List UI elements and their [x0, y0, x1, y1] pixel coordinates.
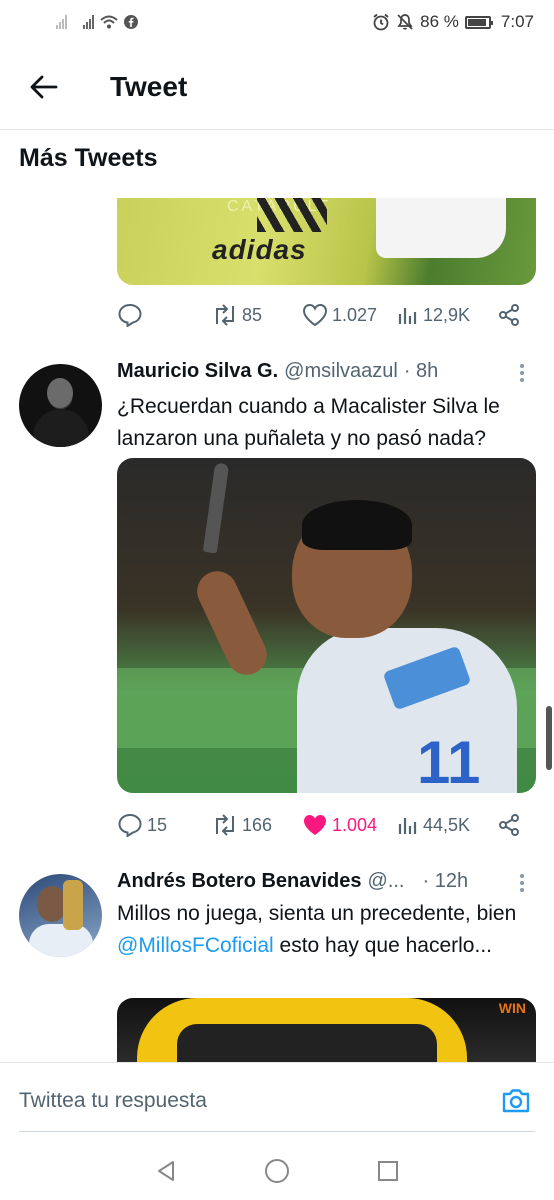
triangle-back-icon — [157, 1161, 174, 1181]
retweet-icon — [216, 814, 234, 836]
avatar-face — [47, 378, 73, 408]
views-count: 12,9K — [423, 304, 471, 325]
tweet-text-part: esto hay que hacerlo... — [279, 934, 492, 957]
like-button[interactable]: 1.027 — [302, 303, 397, 327]
retweet-button[interactable]: 166 — [212, 814, 302, 836]
tweet-image[interactable]: CATAPULT adidas — [117, 198, 536, 285]
tweet-time: · 12h — [422, 870, 469, 892]
page-title: Tweet — [110, 70, 188, 102]
views-button[interactable]: 44,5K — [397, 814, 497, 836]
share-icon — [499, 814, 519, 836]
status-left-icons — [56, 15, 138, 29]
adidas-stripes — [257, 198, 327, 232]
share-button[interactable] — [497, 813, 521, 837]
clock: 7:07 — [500, 12, 534, 31]
image-arm — [190, 564, 274, 682]
nav-recents-button[interactable] — [373, 1156, 403, 1186]
image-tunnel — [177, 1024, 437, 1062]
image-knife — [202, 462, 230, 554]
retweet-icon — [216, 304, 234, 326]
image-player — [297, 628, 517, 793]
tweet-text-part: Millos no juega, sienta un precedente, b… — [117, 902, 517, 925]
image-logo-text: adidas — [212, 234, 307, 265]
nav-back-button[interactable] — [151, 1156, 181, 1186]
camera-button[interactable] — [500, 1085, 532, 1117]
share-icon — [499, 304, 519, 326]
alarm-icon — [373, 13, 389, 31]
tweet-text: ¿Recuerdan cuando a Macalister Silva le … — [117, 395, 500, 450]
facebook-icon — [124, 15, 138, 29]
reply-underline — [19, 1131, 535, 1132]
author-handle[interactable]: @msilvaazul — [284, 360, 398, 383]
status-right-icons: 86 % 7:07 — [372, 12, 534, 32]
like-count: 1.004 — [332, 814, 378, 835]
avatar-shirt — [29, 924, 93, 957]
avatar[interactable] — [19, 874, 102, 957]
tweet-header: Mauricio Silva G. @msilvaazul · 8h — [117, 360, 438, 383]
share-button[interactable] — [497, 303, 521, 327]
author-name[interactable]: Mauricio Silva G. — [117, 360, 278, 383]
image-number: 11 — [417, 729, 481, 793]
scrollbar[interactable] — [546, 706, 552, 770]
views-count: 44,5K — [423, 814, 471, 835]
retweet-count: 85 — [242, 304, 263, 325]
views-button[interactable]: 12,9K — [397, 304, 497, 326]
views-icon — [398, 308, 417, 324]
image-sign: WIN — [498, 1000, 526, 1016]
tweet-time: · 8h — [403, 360, 439, 382]
image-hair — [302, 500, 412, 550]
reply-button[interactable]: 15 — [117, 813, 212, 837]
more-options-icon[interactable] — [512, 361, 532, 385]
tweet-image[interactable]: WIN — [117, 998, 536, 1062]
signal-icon — [56, 15, 67, 29]
tweet-actions: 15 166 1.004 44,5K — [117, 809, 537, 841]
heart-icon — [302, 303, 328, 327]
like-button[interactable]: 1.004 — [302, 813, 397, 837]
avatar[interactable] — [19, 364, 102, 447]
system-nav-bar — [0, 1142, 554, 1200]
nav-home-button[interactable] — [262, 1156, 292, 1186]
wifi-icon — [100, 15, 118, 29]
views-icon — [398, 818, 417, 834]
square-recents-icon — [378, 1161, 399, 1181]
retweet-button[interactable]: 85 — [212, 304, 302, 326]
arrow-left-icon — [30, 75, 58, 98]
back-button[interactable] — [22, 65, 66, 109]
heart-filled-icon — [304, 815, 326, 835]
retweet-count: 166 — [242, 814, 273, 835]
like-count: 1.027 — [332, 304, 378, 325]
status-bar: 86 % 7:07 — [0, 0, 554, 44]
reply-count: 15 — [147, 814, 168, 835]
mention-link[interactable]: @MillosFCoficial — [117, 934, 274, 957]
top-app-bar: Tweet — [0, 44, 554, 130]
reply-button[interactable] — [117, 303, 212, 327]
tweet-image[interactable]: 11 — [117, 458, 536, 793]
author-name[interactable]: Andrés Botero Benavides — [117, 870, 362, 893]
reply-input[interactable]: Twittea tu respuesta — [19, 1089, 207, 1113]
circle-home-icon — [264, 1159, 289, 1183]
tweet-header: Andrés Botero Benavides @... · 12h — [117, 870, 468, 893]
avatar-trophy — [63, 880, 83, 930]
camera-icon — [502, 1089, 530, 1113]
battery-percent: 86 % — [420, 12, 459, 31]
tweet-text: Millos no juega, sienta un precedente, b… — [117, 898, 537, 962]
reply-icon — [118, 813, 142, 837]
battery-icon — [464, 15, 493, 29]
section-title: Más Tweets — [19, 144, 158, 172]
more-options-icon[interactable] — [512, 871, 532, 895]
image-shirt-detail — [376, 198, 506, 258]
signal-icon — [83, 15, 94, 29]
tweet-actions: 85 1.027 12,9K — [117, 299, 537, 331]
reply-icon — [118, 303, 142, 327]
author-handle[interactable]: @... — [368, 870, 405, 893]
mute-icon — [397, 14, 413, 30]
avatar-body — [33, 409, 89, 447]
reply-bar: Twittea tu respuesta — [0, 1062, 554, 1142]
